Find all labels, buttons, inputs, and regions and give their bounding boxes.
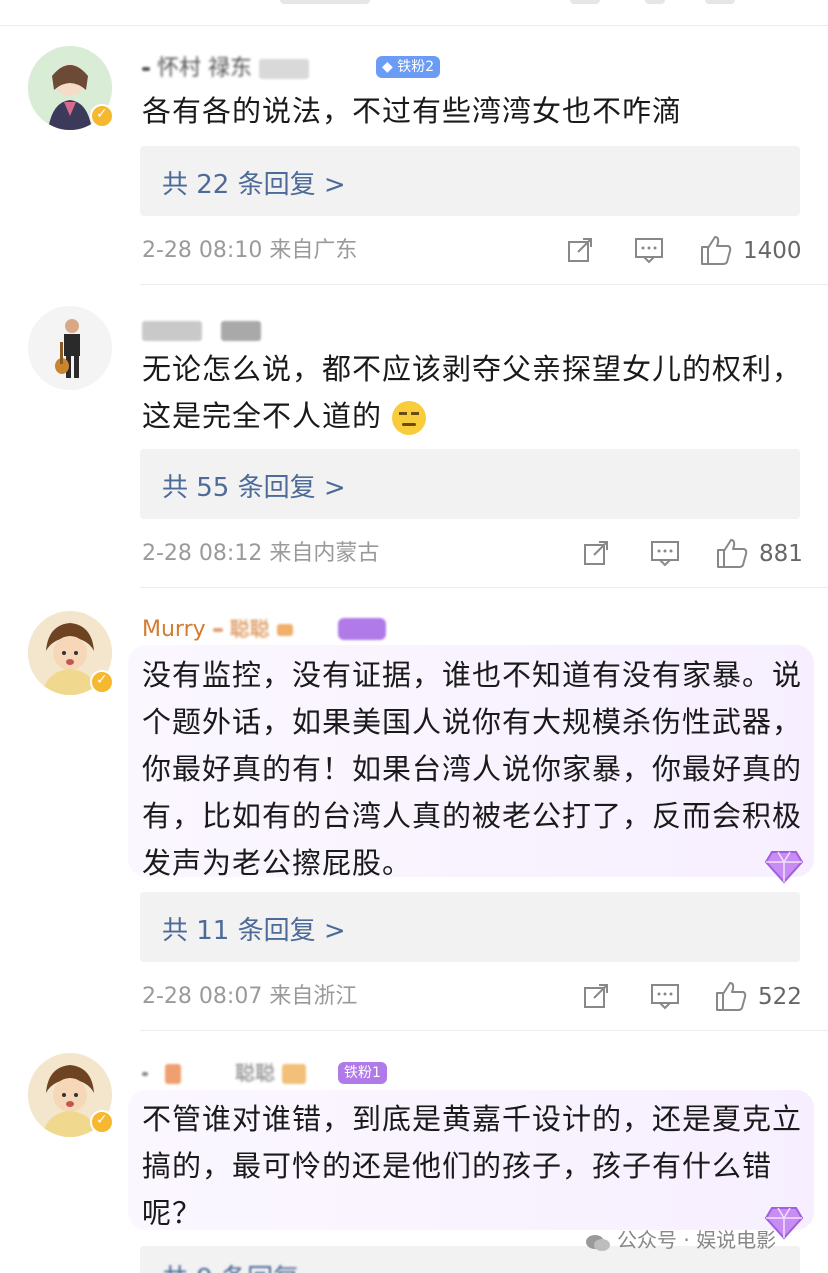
username[interactable]: 聪聪	[142, 1058, 306, 1088]
blurred-icon	[645, 0, 665, 4]
comment-button[interactable]	[650, 539, 680, 569]
comment-meta: 2-28 08:10 来自广东	[142, 238, 358, 263]
fan-badge: 铁粉1	[338, 1062, 387, 1084]
previous-comment-strip	[0, 0, 828, 26]
gem-icon	[764, 848, 804, 884]
comment-icon	[651, 984, 679, 1010]
fan-badge	[338, 618, 386, 640]
like-button[interactable]	[699, 234, 733, 265]
fan-badge: ◆ 铁粉2	[376, 56, 441, 78]
comment-icon	[635, 238, 663, 264]
comment-text: 没有监控，没有证据，谁也不知道有没有家暴。说个题外话，如果美国人说你有大规模杀伤…	[142, 658, 803, 880]
divider	[140, 284, 828, 285]
username[interactable]: Murry 聪聪	[142, 614, 293, 644]
smirk-emoji-icon	[392, 401, 427, 435]
blurred-icon	[570, 0, 600, 4]
share-icon	[568, 238, 592, 262]
blurred-text	[280, 0, 370, 4]
comment-meta: 2-28 08:12 来自内蒙古	[142, 541, 380, 566]
comment-meta: 2-28 08:07 来自浙江	[142, 984, 358, 1009]
share-icon	[584, 541, 608, 565]
username[interactable]: 怀村 禄东	[142, 54, 309, 84]
comment-text: 各有各的说法，不过有些湾湾女也不咋滴	[142, 94, 683, 128]
verified-badge-icon	[90, 670, 114, 694]
wechat-icon	[585, 1232, 611, 1252]
comment-icon	[651, 541, 679, 567]
comment-button[interactable]	[650, 982, 680, 1012]
comment-text: 无论怎么说，都不应该剥夺父亲探望女儿的权利，这是完全不人道的	[142, 352, 803, 435]
divider	[140, 587, 828, 588]
comment-text: 不管谁对谁错，到底是黄嘉千设计的，还是夏克立搞的，最可怜的还是他们的孩子，孩子有…	[142, 1102, 803, 1230]
share-icon	[584, 984, 608, 1008]
blurred-icon	[705, 0, 735, 4]
like-button[interactable]	[715, 537, 749, 568]
thumbs-up-icon	[701, 236, 732, 265]
like-button[interactable]	[714, 980, 748, 1011]
verified-badge-icon	[90, 1110, 114, 1134]
comment-button[interactable]	[634, 236, 664, 266]
diamond-icon: ◆	[382, 59, 393, 75]
thumbs-up-icon	[716, 982, 747, 1011]
like-count: 881	[759, 541, 803, 567]
like-count: 522	[758, 984, 802, 1010]
username[interactable]	[142, 316, 261, 346]
view-replies-button[interactable]: 共 22 条回复 >	[140, 146, 800, 216]
verified-badge-icon	[90, 104, 114, 128]
thumbs-up-icon	[717, 539, 748, 568]
divider	[140, 1030, 828, 1031]
like-count: 1400	[743, 238, 802, 264]
watermark: 公众号 · 娱说电影	[585, 1226, 776, 1254]
avatar[interactable]	[28, 306, 112, 390]
share-button[interactable]	[582, 539, 610, 569]
share-button[interactable]	[566, 236, 594, 266]
view-replies-button[interactable]: 共 55 条回复 >	[140, 449, 800, 519]
share-button[interactable]	[582, 982, 610, 1012]
view-replies-button[interactable]: 共 11 条回复 >	[140, 892, 800, 962]
